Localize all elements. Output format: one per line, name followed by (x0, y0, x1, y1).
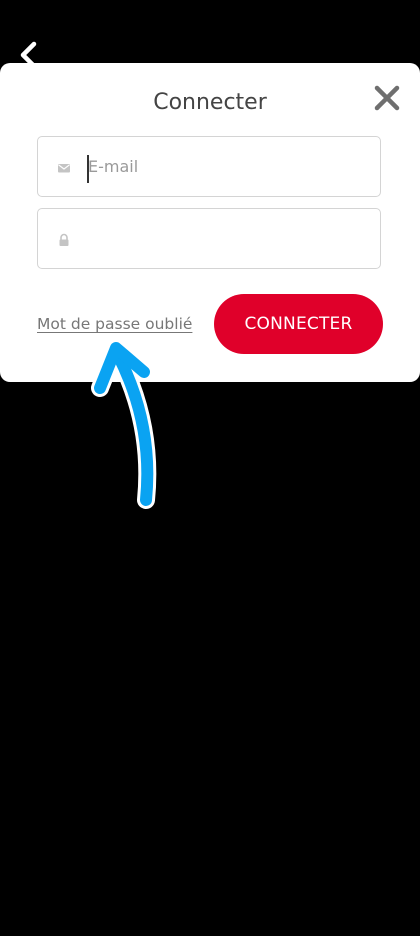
close-button[interactable] (371, 82, 403, 114)
email-field-container (37, 136, 381, 197)
arrow-up-annotation-icon (80, 330, 180, 520)
connect-button[interactable]: CONNECTER (214, 294, 383, 354)
email-input[interactable] (88, 137, 368, 196)
close-icon (374, 85, 400, 111)
login-screen: Connecter Mot de passe oublié CONNECTER (0, 0, 420, 936)
password-field-container (37, 208, 381, 269)
envelope-icon (57, 161, 71, 175)
text-caret (87, 155, 89, 183)
lock-icon (57, 233, 71, 247)
modal-title: Connecter (153, 90, 267, 115)
password-input[interactable] (88, 209, 368, 268)
